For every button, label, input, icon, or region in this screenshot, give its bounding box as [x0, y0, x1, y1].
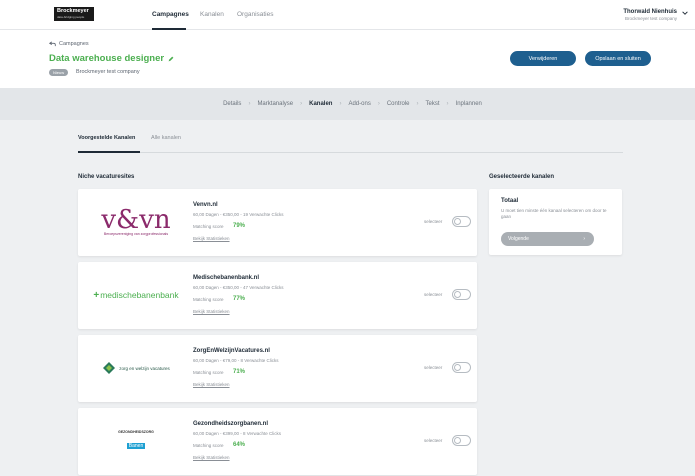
- logo-text: Brockmeyer: [57, 8, 89, 14]
- medischebanenbank-logo-text: medischebanenbank: [100, 290, 179, 300]
- chevron-right-icon: ›: [583, 236, 585, 242]
- step-separator-icon: ›: [248, 101, 251, 107]
- zorgenwelzijn-logo: zorg en welzijn vacatures: [86, 343, 186, 393]
- step-details[interactable]: Details: [223, 101, 241, 107]
- view-statistics-link[interactable]: Bekijk Statistieken: [193, 309, 230, 314]
- view-statistics-link[interactable]: Bekijk Statistieken: [193, 382, 230, 387]
- step-separator-icon: ›: [300, 101, 303, 107]
- select-toggle[interactable]: [452, 435, 471, 446]
- gezondheidszorgbanen-logo-sub: Banen: [126, 443, 146, 449]
- toggle-knob: [454, 437, 461, 444]
- back-link[interactable]: Campagnes: [49, 41, 89, 47]
- select-toggle[interactable]: [452, 362, 471, 373]
- matching-score-label: Matching score: [193, 224, 224, 229]
- channel-meta: 60,00 Dagen - €399,00 - 8 Verwachte Clic…: [193, 431, 282, 436]
- brockmeyer-logo[interactable]: Brockmeyer data-bridging people: [54, 7, 94, 21]
- step-separator-icon: ›: [339, 101, 342, 107]
- channel-card-zorgenwelzijn: zorg en welzijn vacatures ZorgEnWelzijnV…: [78, 335, 477, 402]
- top-navigation: Brockmeyer data-bridging people Campagne…: [0, 0, 695, 30]
- select-label: selecteer: [424, 438, 443, 443]
- channel-name: Gezondheidszorgbanen.nl: [193, 421, 269, 427]
- venvn-logo: v&vn Beroepsvereniging van zorgprofessio…: [86, 197, 186, 247]
- step-tekst[interactable]: Tekst: [426, 101, 440, 107]
- select-label: selecteer: [424, 292, 443, 297]
- user-company: Brockmeyer test company: [624, 16, 677, 21]
- channel-meta: 60,00 Dagen - €350,00 - 19 Verwachte Cli…: [193, 212, 284, 217]
- channel-name: Venvn.nl: [193, 202, 218, 208]
- campaign-header: Campagnes Data warehouse designer Nieuw …: [0, 30, 695, 88]
- matching-score-label: Matching score: [193, 297, 224, 302]
- tab-alle-kanalen[interactable]: Alle kanalen: [151, 135, 181, 141]
- company-name: Brockmeyer test company: [76, 69, 140, 75]
- channel-name: Medischebanenbank.nl: [193, 275, 260, 281]
- toggle-knob: [454, 364, 461, 371]
- step-controle[interactable]: Controle: [387, 101, 410, 107]
- channel-meta: 60,00 Dagen - €350,00 - 47 Verwachte Cli…: [193, 285, 284, 290]
- page-title: Data warehouse designer: [49, 53, 174, 64]
- gezondheidszorgbanen-logo: GEZONDHEIDSZORG Banen: [86, 416, 186, 466]
- matching-score-value: 64%: [233, 442, 246, 448]
- zorgenwelzijn-logo-text: zorg en welzijn vacatures: [119, 365, 170, 371]
- step-add-ons[interactable]: Add-ons: [348, 101, 370, 107]
- step-inplannen[interactable]: Inplannen: [456, 101, 482, 107]
- matching-score-value: 71%: [233, 369, 246, 375]
- step-kanalen[interactable]: Kanalen: [309, 101, 332, 107]
- step-separator-icon: ›: [416, 101, 419, 107]
- channel-name: ZorgEnWelzijnVacatures.nl: [193, 348, 270, 354]
- channel-meta: 60,00 Dagen - €79,00 - 8 Verwachte Click…: [193, 358, 279, 363]
- back-link-label: Campagnes: [59, 41, 89, 47]
- channel-card-medischebanenbank: + medischebanenbank Medischebanenbank.nl…: [78, 262, 477, 329]
- tab-active-indicator: [78, 151, 140, 153]
- tab-divider: [78, 152, 623, 153]
- step-separator-icon: ›: [446, 101, 449, 107]
- chevron-down-icon[interactable]: [682, 10, 688, 16]
- view-statistics-link[interactable]: Bekijk Statistieken: [193, 455, 230, 460]
- delete-button[interactable]: Verwijderen: [510, 51, 576, 66]
- plus-icon: +: [93, 289, 100, 301]
- matching-score-label: Matching score: [193, 370, 224, 375]
- total-label: Totaal: [501, 198, 519, 204]
- logo-tagline: data-bridging people: [57, 15, 85, 19]
- select-toggle[interactable]: [452, 216, 471, 227]
- toggle-knob: [454, 291, 461, 298]
- save-and-close-button[interactable]: Opslaan en sluiten: [585, 51, 651, 66]
- channel-card-venvn: v&vn Beroepsvereniging van zorgprofessio…: [78, 189, 477, 256]
- back-arrow-icon: [49, 41, 56, 47]
- status-badge: Nieuw: [49, 69, 69, 76]
- medischebanenbank-logo: + medischebanenbank: [86, 270, 186, 320]
- next-button[interactable]: Volgende ›: [501, 232, 594, 246]
- select-label: selecteer: [424, 365, 443, 370]
- matching-score-value: 77%: [233, 296, 246, 302]
- page-title-text: Data warehouse designer: [49, 53, 165, 64]
- select-toggle[interactable]: [452, 289, 471, 300]
- nav-kanalen[interactable]: Kanalen: [200, 11, 224, 18]
- gezondheidszorgbanen-logo-text: GEZONDHEIDSZORG: [118, 430, 154, 434]
- toggle-knob: [454, 218, 461, 225]
- next-button-label: Volgende: [508, 236, 529, 242]
- select-label: selecteer: [424, 219, 443, 224]
- venvn-logo-text: v&vn: [101, 205, 171, 235]
- selection-note: U moet tien minste één kanaal selecteren…: [501, 208, 607, 219]
- section-title-selected: Geselecteerde kanalen: [489, 174, 555, 180]
- nav-campagnes[interactable]: Campagnes: [152, 11, 189, 18]
- wizard-steps: Details › Marktanalyse › Kanalen › Add-o…: [0, 88, 695, 120]
- step-marktanalyse[interactable]: Marktanalyse: [257, 101, 293, 107]
- user-name[interactable]: Thorwald Nienhuis: [623, 9, 677, 15]
- step-separator-icon: ›: [377, 101, 380, 107]
- selected-channels-panel: Totaal U moet tien minste één kanaal sel…: [489, 189, 622, 255]
- view-statistics-link[interactable]: Bekijk Statistieken: [193, 236, 230, 241]
- zorgenwelzijn-logo-mark: [103, 362, 116, 374]
- venvn-logo-sub: Beroepsvereniging van zorgprofessionals: [103, 232, 169, 236]
- matching-score-label: Matching score: [193, 443, 224, 448]
- channel-card-gezondheidszorgbanen: GEZONDHEIDSZORG Banen Gezondheidszorgban…: [78, 408, 477, 475]
- section-title-niche: Niche vacaturesites: [78, 174, 135, 180]
- tab-voorgestelde-kanalen[interactable]: Voorgestelde Kanalen: [78, 135, 135, 141]
- matching-score-value: 79%: [233, 223, 246, 229]
- nav-organisaties[interactable]: Organisaties: [237, 11, 274, 18]
- edit-pencil-icon[interactable]: [168, 56, 174, 62]
